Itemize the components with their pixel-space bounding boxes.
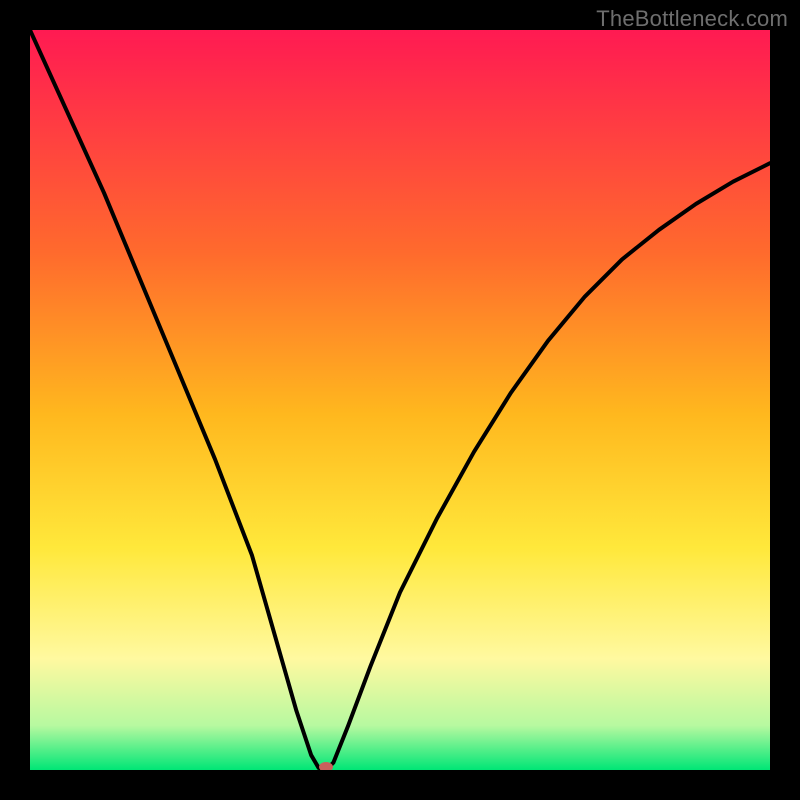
- curve-layer: [30, 30, 770, 770]
- bottleneck-curve: [30, 30, 770, 770]
- chart-frame: TheBottleneck.com: [0, 0, 800, 800]
- plot-area: [30, 30, 770, 770]
- watermark-text: TheBottleneck.com: [596, 6, 788, 32]
